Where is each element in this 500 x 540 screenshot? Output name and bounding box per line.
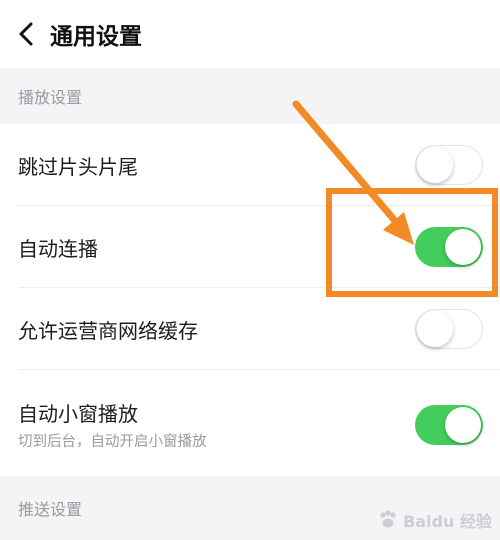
page-title: 通用设置 — [50, 24, 142, 50]
skip-intro-toggle[interactable] — [415, 145, 483, 185]
setting-row-skip-intro: 跳过片头片尾 — [0, 124, 500, 206]
setting-label: 允许运营商网络缓存 — [18, 319, 198, 343]
paw-icon — [380, 510, 396, 528]
section-header-playback: 播放设置 — [0, 68, 500, 124]
toggle-knob — [417, 147, 453, 183]
toggle-knob — [445, 229, 481, 265]
toggle-knob — [445, 407, 481, 443]
setting-sublabel: 切到后台，自动开启小窗播放 — [18, 434, 207, 450]
setting-label: 自动小窗播放 — [18, 402, 138, 426]
watermark-text: Baidu 经验 — [403, 512, 492, 531]
chevron-left-icon — [19, 22, 33, 46]
auto-pip-toggle[interactable] — [415, 405, 483, 445]
setting-row-autoplay-next: 自动连播 — [0, 206, 500, 288]
carrier-cache-toggle[interactable] — [415, 309, 483, 349]
playback-settings-group: 跳过片头片尾 自动连播 允许运营商网络缓存 自动小窗播放 切到后台，自动开启小窗… — [0, 124, 500, 476]
watermark: Baidu 经验 — [377, 508, 492, 532]
setting-label: 跳过片头片尾 — [18, 155, 138, 179]
setting-label: 自动连播 — [18, 237, 98, 261]
top-bar: 通用设置 — [0, 0, 500, 68]
setting-row-carrier-cache: 允许运营商网络缓存 — [0, 288, 500, 370]
setting-row-auto-pip: 自动小窗播放 切到后台，自动开启小窗播放 — [0, 370, 500, 476]
back-button[interactable] — [4, 0, 48, 68]
autoplay-next-toggle[interactable] — [415, 227, 483, 267]
toggle-knob — [417, 311, 453, 347]
